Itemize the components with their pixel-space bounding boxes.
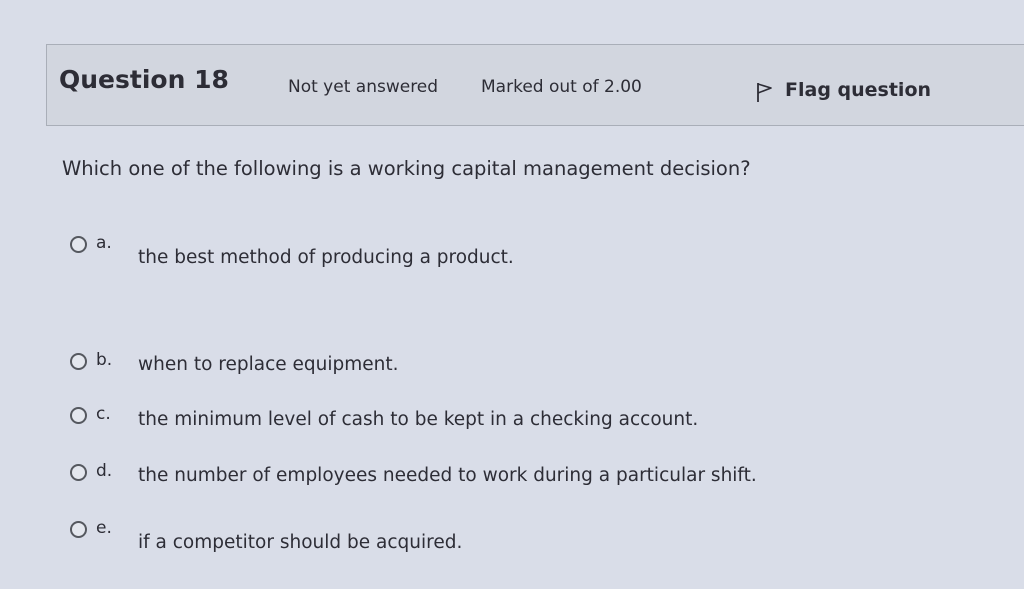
answer-letter: e. (96, 518, 112, 538)
answer-label[interactable]: if a competitor should be acquired. (138, 532, 462, 553)
question-text: Which one of the following is a working … (62, 157, 751, 180)
answer-letter: c. (96, 404, 111, 424)
radio-button[interactable] (70, 407, 87, 424)
answer-option-d[interactable]: d. the number of employees needed to wor… (70, 461, 757, 486)
answer-option-b[interactable]: b. when to replace equipment. (70, 350, 399, 375)
radio-button[interactable] (70, 353, 87, 370)
answer-option-c[interactable]: c. the minimum level of cash to be kept … (70, 404, 698, 430)
answer-option-a[interactable]: a. the best method of producing a produc… (70, 233, 514, 268)
question-state: Not yet answered (288, 77, 439, 97)
radio-button[interactable] (70, 236, 87, 253)
flag-icon (755, 81, 775, 103)
question-number: Question 18 (59, 65, 229, 94)
answer-option-e[interactable]: e. if a competitor should be acquired. (70, 518, 462, 553)
question-grade: Marked out of 2.00 (481, 77, 642, 97)
radio-button[interactable] (70, 464, 87, 481)
radio-button[interactable] (70, 521, 87, 538)
answer-label[interactable]: the number of employees needed to work d… (138, 465, 757, 486)
answer-letter: a. (96, 233, 112, 253)
flag-question-label: Flag question (785, 79, 932, 101)
answer-letter: b. (96, 350, 113, 370)
answer-label[interactable]: when to replace equipment. (138, 354, 399, 375)
answer-label[interactable]: the minimum level of cash to be kept in … (138, 409, 698, 430)
flag-question-button[interactable]: Flag question (755, 77, 931, 103)
answer-label[interactable]: the best method of producing a product. (138, 247, 514, 268)
question-info-box: Question 18 Not yet answered Marked out … (46, 44, 1024, 126)
answer-letter: d. (96, 461, 113, 481)
